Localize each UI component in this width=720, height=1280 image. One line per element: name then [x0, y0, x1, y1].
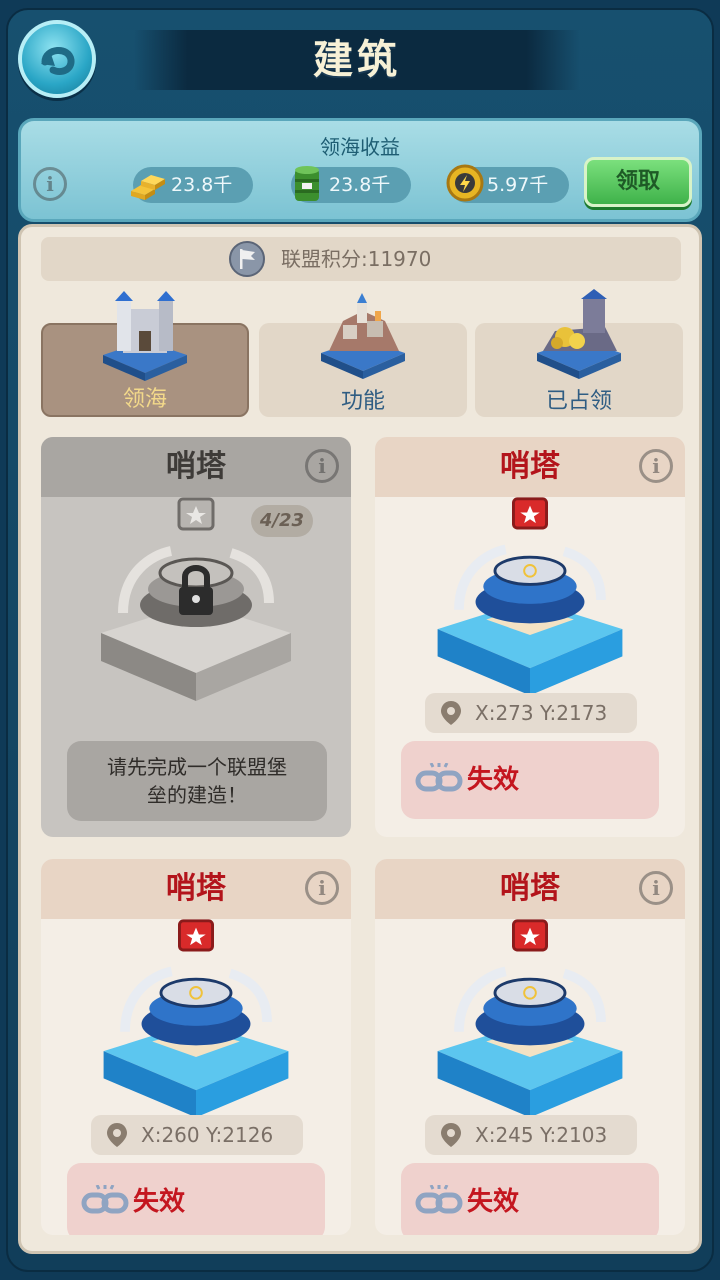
energy-amount: 5.97千	[446, 164, 569, 203]
card-info-icon[interactable]: i	[305, 449, 339, 483]
status-text: 失效	[133, 1187, 186, 1217]
energy-gear-icon	[443, 161, 487, 217]
lock-message-line1: 请先完成一个联盟堡	[107, 755, 287, 779]
income-title: 领海收益	[320, 135, 400, 159]
back-button[interactable]	[18, 20, 96, 98]
status-text: 失效	[467, 1187, 520, 1217]
coordinate-link[interactable]: X:260 Y:2126	[91, 1115, 303, 1155]
page-title: 建筑	[313, 37, 401, 83]
lock-message: 请先完成一个联盟堡 垒的建造！	[67, 741, 327, 821]
alliance-score-bar: 联盟积分:11970	[41, 237, 681, 281]
coordinate-text: X:245 Y:2103	[475, 1123, 608, 1147]
gold-value: 23.8千	[171, 174, 233, 196]
income-info-icon[interactable]: i	[33, 167, 67, 201]
building-card[interactable]: 哨塔 i X:245 Y:2103 失效	[375, 859, 685, 1235]
treasure-fort-icon	[529, 281, 629, 385]
tab-occupied[interactable]: 已占领	[475, 289, 683, 417]
status-badge: 失效	[401, 1163, 659, 1235]
island-town-icon	[313, 281, 413, 385]
building-card[interactable]: 哨塔 i X:260 Y:2126 失效	[41, 859, 351, 1235]
card-info-icon[interactable]: i	[639, 871, 673, 905]
territory-income-panel: 领海收益 i 23.8千 23.8千 5.97千 领取	[18, 118, 702, 222]
card-info-icon[interactable]: i	[305, 871, 339, 905]
buildings-panel: 联盟积分:11970 领海 功能 已占领 哨塔 i 4/23 请先完成一个联盟堡…	[18, 224, 702, 1254]
oil-amount: 23.8千	[291, 166, 411, 203]
coordinate-link[interactable]: X:273 Y:2173	[425, 693, 637, 733]
oil-barrel-icon	[285, 161, 329, 217]
status-badge: 失效	[401, 741, 659, 819]
sentry-tower-icon	[437, 497, 623, 696]
back-arrow-icon	[41, 47, 75, 76]
tab-label: 功能	[340, 389, 385, 414]
coordinate-text: X:273 Y:2173	[475, 701, 608, 725]
card-info-icon[interactable]: i	[639, 449, 673, 483]
castle-icon	[95, 283, 195, 387]
location-pin-icon	[441, 701, 461, 725]
sentry-tower-icon	[103, 919, 289, 1118]
sentry-tower-icon	[437, 919, 623, 1118]
oil-value: 23.8千	[329, 174, 391, 196]
tab-label: 已占领	[545, 389, 612, 414]
coordinate-text: X:260 Y:2126	[141, 1123, 274, 1147]
building-card-locked[interactable]: 哨塔 i 4/23 请先完成一个联盟堡 垒的建造！	[41, 437, 351, 837]
tab-function[interactable]: 功能	[259, 293, 467, 417]
sentry-tower-locked-icon	[101, 497, 291, 701]
building-card[interactable]: 哨塔 i X:273 Y:2173 失效	[375, 437, 685, 837]
claim-button[interactable]: 领取	[584, 157, 692, 207]
location-pin-icon	[107, 1123, 127, 1147]
energy-value: 5.97千	[487, 174, 549, 196]
alliance-flag-icon	[227, 239, 267, 283]
location-pin-icon	[441, 1123, 461, 1147]
broken-link-icon	[81, 1185, 129, 1214]
gold-bars-icon	[127, 161, 171, 217]
coordinate-link[interactable]: X:245 Y:2103	[425, 1115, 637, 1155]
status-text: 失效	[467, 765, 520, 795]
tab-label: 领海	[122, 387, 167, 412]
broken-link-icon	[415, 763, 463, 792]
status-badge: 失效	[67, 1163, 325, 1235]
broken-link-icon	[415, 1185, 463, 1214]
tab-territory[interactable]: 领海	[41, 291, 249, 417]
gold-amount: 23.8千	[131, 167, 253, 203]
alliance-score: 联盟积分:11970	[281, 247, 432, 271]
lock-message-line2: 垒的建造！	[147, 783, 247, 807]
